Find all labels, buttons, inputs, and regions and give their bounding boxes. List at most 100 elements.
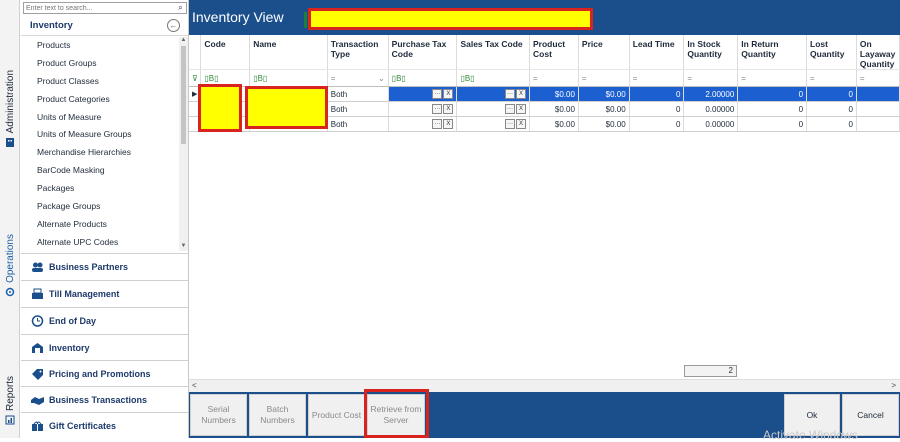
serial-numbers-button[interactable]: Serial Numbers	[190, 394, 247, 436]
nav-search-input[interactable]	[24, 3, 176, 13]
scroll-up-icon[interactable]: ▲	[179, 37, 188, 45]
nav-scrollbar[interactable]: ▲ ▼	[179, 37, 188, 251]
nav-item-product-classes[interactable]: Product Classes	[21, 73, 179, 91]
section-end-of-day[interactable]: End of Day	[21, 307, 188, 333]
cell-price[interactable]: $0.00	[578, 86, 630, 102]
cell-in-return[interactable]: 0	[737, 116, 808, 132]
column-header-lead-time[interactable]: Lead Time	[629, 35, 685, 70]
nav-item-product-groups[interactable]: Product Groups	[21, 55, 179, 73]
nav-item-uom-groups[interactable]: Units of Measure Groups	[21, 126, 179, 144]
filter-product-cost[interactable]: =	[529, 69, 579, 87]
ellipsis-icon[interactable]: ···	[505, 119, 516, 129]
chevron-down-icon[interactable]: ⌄	[378, 74, 387, 83]
filter-transaction-type[interactable]: = ⌄	[327, 69, 389, 87]
cell-lead-time[interactable]: 0	[629, 86, 685, 102]
cell-price[interactable]: $0.00	[578, 116, 630, 132]
column-header-price[interactable]: Price	[578, 35, 630, 70]
ellipsis-icon[interactable]: ···	[432, 119, 443, 129]
back-arrow-icon[interactable]: ←	[167, 19, 180, 32]
column-header-purchase-tax-code[interactable]: Purchase Tax Code	[388, 35, 458, 70]
column-header-name[interactable]: Name	[249, 35, 328, 70]
cell-purchase-tax-code[interactable]: ··· X	[388, 86, 458, 102]
scroll-down-icon[interactable]: ▼	[179, 243, 188, 251]
cell-transaction-type[interactable]: Both	[327, 86, 389, 102]
cell-in-return[interactable]: 0	[737, 86, 808, 102]
filter-lead-time[interactable]: =	[629, 69, 685, 87]
cell-on-layaway[interactable]	[856, 101, 900, 117]
cell-product-cost[interactable]: $0.00	[529, 116, 579, 132]
column-header-transaction-type[interactable]: Transaction Type	[327, 35, 389, 70]
filter-in-stock[interactable]: =	[683, 69, 739, 87]
scroll-right-icon[interactable]: >	[891, 381, 896, 390]
nav-item-product-categories[interactable]: Product Categories	[21, 91, 179, 109]
column-header-sales-tax-code[interactable]: Sales Tax Code	[456, 35, 531, 70]
cell-in-stock[interactable]: 2.00000	[683, 86, 739, 102]
cell-on-layaway[interactable]	[856, 86, 900, 102]
cell-purchase-tax-code[interactable]: ··· X	[388, 116, 458, 132]
cell-sales-tax-code[interactable]: ··· X	[456, 86, 531, 102]
cell-product-cost[interactable]: $0.00	[529, 101, 579, 117]
product-cost-button[interactable]: Product Cost	[308, 394, 365, 436]
filter-lost[interactable]: =	[806, 69, 857, 87]
filter-price[interactable]: =	[578, 69, 630, 87]
clear-icon[interactable]: X	[516, 104, 527, 114]
ellipsis-icon[interactable]: ···	[505, 104, 516, 114]
ellipsis-icon[interactable]: ···	[432, 89, 443, 99]
column-header-product-cost[interactable]: Product Cost	[529, 35, 579, 70]
ellipsis-icon[interactable]: ···	[432, 104, 443, 114]
tab-administration[interactable]: Administration	[0, 70, 20, 160]
clear-icon[interactable]: X	[516, 89, 527, 99]
column-header-in-return-quantity[interactable]: In Return Quantity	[737, 35, 808, 70]
cell-price[interactable]: $0.00	[578, 101, 630, 117]
clear-icon[interactable]: X	[443, 119, 454, 129]
column-header-code[interactable]: Code	[200, 35, 251, 70]
clear-icon[interactable]: X	[443, 89, 454, 99]
section-gift-certificates[interactable]: Gift Certificates	[21, 412, 188, 438]
cell-lost[interactable]: 0	[806, 101, 857, 117]
nav-item-alternate-products[interactable]: Alternate Products	[21, 216, 179, 234]
ellipsis-icon[interactable]: ···	[505, 89, 516, 99]
filter-purchase-tax-code[interactable]: ▯B▯	[388, 69, 458, 87]
cell-sales-tax-code[interactable]: ··· X	[456, 116, 531, 132]
nav-item-packages[interactable]: Packages	[21, 180, 179, 198]
tab-reports[interactable]: Reports	[0, 376, 20, 432]
clear-icon[interactable]: X	[443, 104, 454, 114]
search-icon[interactable]: ⌕	[175, 3, 186, 13]
cell-lost[interactable]: 0	[806, 116, 857, 132]
cell-in-return[interactable]: 0	[737, 101, 808, 117]
filter-sales-tax-code[interactable]: ▯B▯	[456, 69, 531, 87]
cell-product-cost[interactable]: $0.00	[529, 86, 579, 102]
nav-item-units-of-measure[interactable]: Units of Measure	[21, 109, 179, 127]
nav-item-package-groups[interactable]: Package Groups	[21, 198, 179, 216]
cell-lead-time[interactable]: 0	[629, 101, 685, 117]
cell-in-stock[interactable]: 0.00000	[683, 116, 739, 132]
nav-item-alternate-upc-codes[interactable]: Alternate UPC Codes	[21, 234, 179, 252]
clear-icon[interactable]: X	[516, 119, 527, 129]
filter-in-return[interactable]: =	[737, 69, 808, 87]
nav-item-barcode-masking[interactable]: BarCode Masking	[21, 162, 179, 180]
section-pricing-and-promotions[interactable]: Pricing and Promotions	[21, 360, 188, 386]
cell-lead-time[interactable]: 0	[629, 116, 685, 132]
section-inventory[interactable]: Inventory	[21, 334, 188, 360]
column-header-lost-quantity[interactable]: Lost Quantity	[806, 35, 857, 70]
column-header-on-layaway-quantity[interactable]: On Layaway Quantity	[856, 35, 900, 70]
scroll-left-icon[interactable]: <	[192, 381, 197, 390]
section-business-transactions[interactable]: Business Transactions	[21, 386, 188, 412]
cell-purchase-tax-code[interactable]: ··· X	[388, 101, 458, 117]
cell-sales-tax-code[interactable]: ··· X	[456, 101, 531, 117]
column-header-in-stock-quantity[interactable]: In Stock Quantity	[683, 35, 739, 70]
nav-item-products[interactable]: Products	[21, 37, 179, 55]
nav-item-merchandise-hierarchies[interactable]: Merchandise Hierarchies	[21, 144, 179, 162]
cell-on-layaway[interactable]	[856, 116, 900, 132]
filter-on-layaway[interactable]: =	[856, 69, 900, 87]
section-till-management[interactable]: Till Management	[21, 280, 188, 306]
cell-in-stock[interactable]: 0.00000	[683, 101, 739, 117]
horizontal-scrollbar[interactable]: < >	[189, 379, 900, 392]
cell-transaction-type[interactable]: Both	[327, 116, 389, 132]
cell-lost[interactable]: 0	[806, 86, 857, 102]
nav-scrollbar-thumb[interactable]	[181, 46, 186, 144]
cell-transaction-type[interactable]: Both	[327, 101, 389, 117]
section-business-partners[interactable]: Business Partners	[21, 253, 188, 279]
filter-name[interactable]: ▯B▯	[249, 69, 328, 87]
batch-numbers-button[interactable]: Batch Numbers	[249, 394, 306, 436]
